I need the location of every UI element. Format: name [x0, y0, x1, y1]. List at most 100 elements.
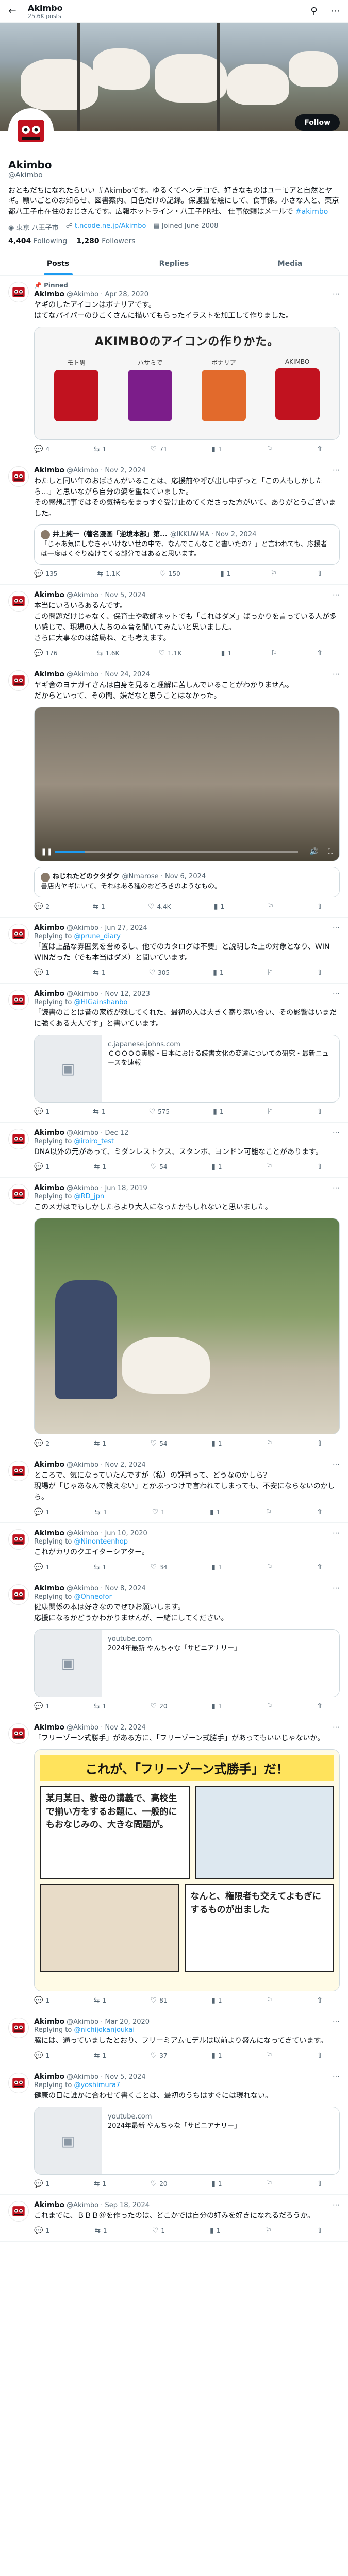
share-button[interactable]: ⇧	[317, 1702, 323, 1710]
tweet-avatar[interactable]	[8, 1723, 29, 1744]
replying-handle[interactable]: @Ohneofor	[74, 1593, 112, 1601]
tweet-more-icon[interactable]: ⋯	[333, 2018, 340, 2026]
tweet-meta[interactable]: @Akimbo · Dec 12	[67, 1129, 330, 1137]
tweet-meta[interactable]: @Akimbo · Jun 18, 2019	[67, 1184, 330, 1192]
views-button[interactable]: ▮ 1	[211, 1702, 222, 1710]
tweet[interactable]: Akimbo @Akimbo · Mar 20, 2020 ⋯ Replying to…	[0, 2011, 348, 2067]
bookmark-button[interactable]: ⚐	[270, 570, 277, 578]
like-button[interactable]: ♡ 575	[149, 1108, 170, 1116]
like-button[interactable]: ♡ 54	[151, 1163, 168, 1171]
tweet[interactable]: Akimbo @Akimbo · Nov 8, 2024 ⋯ Replying to …	[0, 1578, 348, 1718]
followers-stat[interactable]: 1,280 Followers	[76, 237, 135, 245]
tweet-author[interactable]: Akimbo	[34, 591, 64, 599]
views-button[interactable]: ▮ 1	[211, 1563, 222, 1571]
views-button[interactable]: ▮ 1	[214, 903, 224, 911]
avatar[interactable]	[8, 108, 54, 154]
tweet[interactable]: Akimbo @Akimbo · Nov 5, 2024 ⋯ Replying to …	[0, 2066, 348, 2195]
bookmark-button[interactable]: ⚐	[266, 1996, 273, 2005]
tweet-author[interactable]: Akimbo	[34, 924, 64, 932]
replying-handle[interactable]: @nichijokanjoukai	[74, 2026, 135, 2034]
tweet-meta[interactable]: @Akimbo · Sep 18, 2024	[67, 2201, 330, 2209]
reply-button[interactable]: 💬 1	[34, 1563, 49, 1571]
reply-button[interactable]: 💬 1	[34, 1108, 49, 1116]
tweet-avatar[interactable]	[8, 1529, 29, 1550]
replying-handle[interactable]: @RD_jpn	[74, 1193, 104, 1200]
like-button[interactable]: ♡ 71	[151, 445, 168, 453]
retweet-button[interactable]: ⇆ 1	[94, 2052, 106, 2060]
retweet-button[interactable]: ⇆ 1	[93, 1108, 105, 1116]
retweet-button[interactable]: ⇆ 1	[94, 2180, 106, 2188]
tweet-author[interactable]: Akimbo	[34, 290, 64, 298]
tweet-meta[interactable]: @Akimbo · Nov 5, 2024	[67, 2073, 330, 2081]
like-button[interactable]: ♡ 54	[151, 1439, 168, 1448]
tweet[interactable]: 📌 Pinned Akimbo @Akimbo · Apr 28, 2020 ⋯ ヤギの…	[0, 276, 348, 460]
tweet[interactable]: Akimbo @Akimbo · Jun 27, 2024 ⋯ Replying to…	[0, 918, 348, 984]
like-button[interactable]: ♡ 37	[151, 2052, 168, 2060]
share-button[interactable]: ⇧	[317, 969, 323, 977]
share-button[interactable]: ⇧	[317, 2180, 323, 2188]
replying-handle[interactable]: @prune_diary	[74, 933, 120, 940]
like-button[interactable]: ♡ 1.1K	[159, 649, 182, 657]
retweet-button[interactable]: ⇆ 1	[94, 2227, 107, 2235]
like-button[interactable]: ♡ 20	[151, 2180, 168, 2188]
tweet-meta[interactable]: @Akimbo · Nov 24, 2024	[67, 671, 330, 679]
tweet[interactable]: Akimbo @Akimbo · Dec 12 ⋯ Replying to @iroi…	[0, 1123, 348, 1178]
tweet-author[interactable]: Akimbo	[34, 1723, 64, 1732]
views-button[interactable]: ▮ 1	[211, 1163, 222, 1171]
tweet-meta[interactable]: @Akimbo · Jun 10, 2020	[67, 1530, 330, 1537]
tweet-author[interactable]: Akimbo	[34, 2201, 64, 2209]
back-arrow-icon[interactable]: ←	[6, 5, 19, 18]
tweet-meta[interactable]: @Akimbo · Jun 27, 2024	[67, 924, 330, 932]
retweet-button[interactable]: ⇆ 1.1K	[97, 570, 120, 578]
tweet[interactable]: Akimbo @Akimbo · Jun 18, 2019 ⋯ Replying to…	[0, 1178, 348, 1455]
reply-button[interactable]: 💬 4	[34, 445, 49, 453]
share-button[interactable]: ⇧	[317, 1108, 323, 1116]
volume-icon[interactable]: 🔊	[310, 848, 319, 856]
views-button[interactable]: ▮ 1	[211, 445, 222, 453]
tweet-author[interactable]: Akimbo	[34, 2073, 64, 2081]
share-button[interactable]: ⇧	[317, 1163, 323, 1171]
retweet-button[interactable]: ⇆ 1	[94, 1439, 106, 1448]
tweet[interactable]: Akimbo @Akimbo · Nov 2, 2024 ⋯ 「フリーゾーン式勝手」が…	[0, 1717, 348, 2012]
views-button[interactable]: ▮ 1	[210, 2227, 220, 2235]
reply-button[interactable]: 💬 1	[34, 1163, 49, 1171]
icon-howto-image[interactable]: AKIMBOのアイコンの作りかた。 モト男 ハサミで ボナリア AKIMBO	[34, 326, 340, 440]
tweet-avatar[interactable]	[8, 2201, 29, 2222]
share-button[interactable]: ⇧	[317, 1563, 323, 1571]
bookmark-button[interactable]: ⚐	[266, 2227, 272, 2235]
share-button[interactable]: ⇧	[317, 1508, 323, 1516]
views-button[interactable]: ▮ 1	[211, 2180, 222, 2188]
tweet-avatar[interactable]	[8, 281, 29, 302]
bookmark-button[interactable]: ⚐	[266, 1702, 273, 1710]
tweet-more-icon[interactable]: ⋯	[333, 990, 340, 998]
play-icon[interactable]: ❚❚	[41, 848, 53, 856]
tweet-more-icon[interactable]: ⋯	[333, 1461, 340, 1469]
replying-handle[interactable]: @iroiro_test	[74, 1138, 114, 1145]
views-button[interactable]: ▮ 1	[211, 2052, 222, 2060]
video-progress[interactable]	[55, 851, 298, 853]
tweet-meta[interactable]: @Akimbo · Apr 28, 2020	[67, 291, 330, 298]
tweet-author[interactable]: Akimbo	[34, 1461, 64, 1469]
replying-handle[interactable]: @HIGainshanbo	[74, 998, 127, 1006]
link-card[interactable]: ▣ youtube.com 2024年最新 やんちゃな「サビニアナリー」	[34, 2107, 340, 2175]
photo-image[interactable]	[34, 1218, 340, 1435]
more-icon[interactable]: ⋯	[329, 5, 342, 18]
tweet-author[interactable]: Akimbo	[34, 1129, 64, 1137]
tweet[interactable]: Akimbo @Akimbo · Nov 5, 2024 ⋯ 本当にいろいろあるんです…	[0, 585, 348, 665]
share-button[interactable]: ⇧	[317, 2052, 323, 2060]
tweet-meta[interactable]: @Akimbo · Nov 2, 2024	[67, 1461, 330, 1469]
quoted-tweet[interactable]: 井上純一（著名漫画「逆境本部」第... @IKKUWMA · Nov 2, 202…	[34, 524, 340, 565]
bookmark-button[interactable]: ⚐	[266, 2180, 273, 2188]
tweet-more-icon[interactable]: ⋯	[333, 1584, 340, 1592]
profile-bio-link[interactable]: #akimbo	[295, 208, 328, 216]
tweet-author[interactable]: Akimbo	[34, 990, 64, 998]
share-button[interactable]: ⇧	[317, 649, 323, 657]
reply-button[interactable]: 💬 1	[34, 2180, 49, 2188]
share-button[interactable]: ⇧	[317, 570, 323, 578]
reply-button[interactable]: 💬 1	[34, 2227, 49, 2235]
bookmark-button[interactable]: ⚐	[266, 1163, 273, 1171]
tweet-meta[interactable]: @Akimbo · Nov 2, 2024	[67, 1724, 330, 1732]
tweet-more-icon[interactable]: ⋯	[333, 2073, 340, 2081]
like-button[interactable]: ♡ 4.4K	[148, 903, 171, 911]
website-link[interactable]: t.ncode.ne.jp/Akimbo	[75, 222, 146, 230]
